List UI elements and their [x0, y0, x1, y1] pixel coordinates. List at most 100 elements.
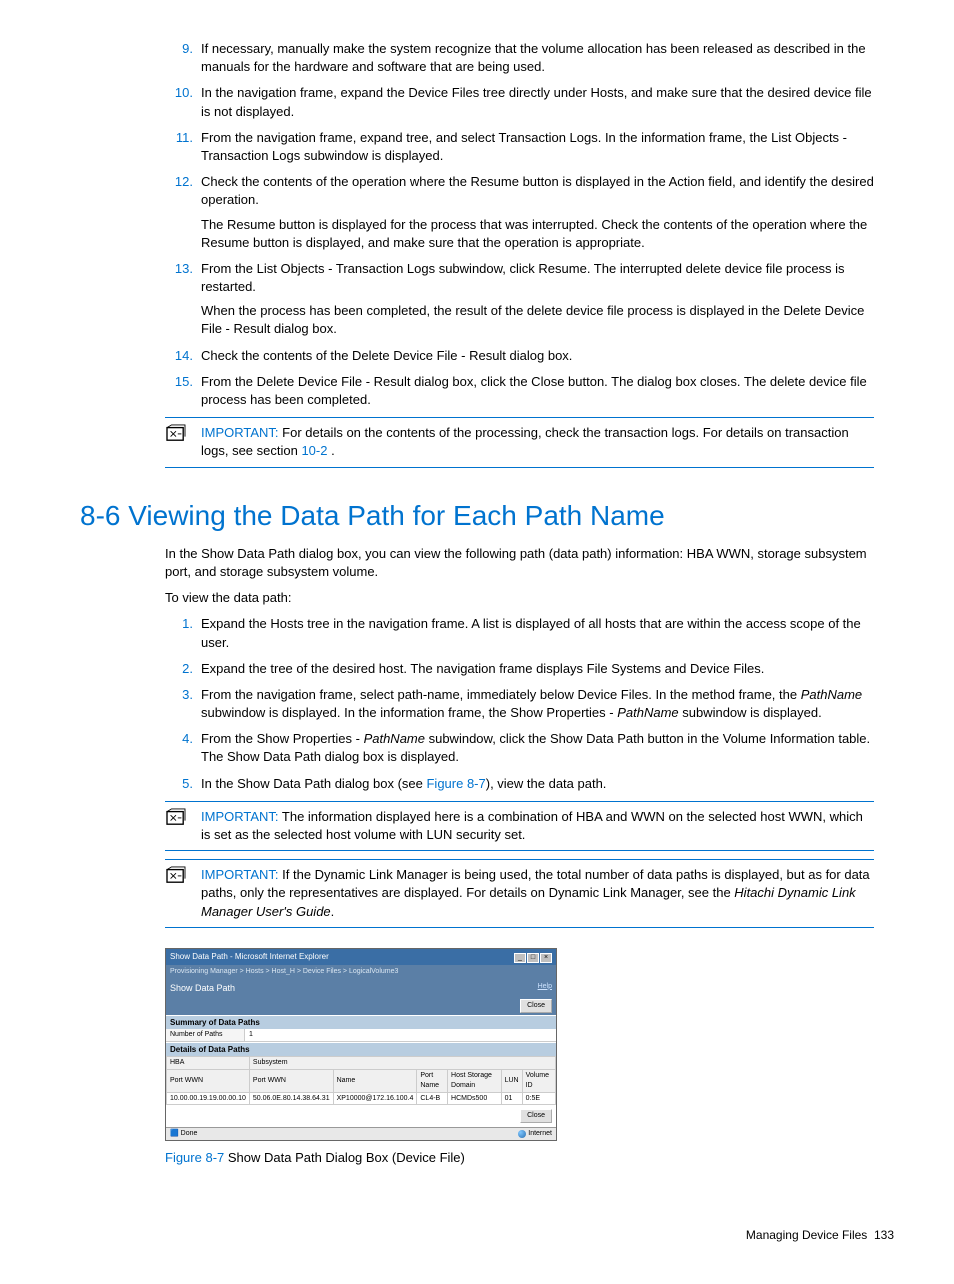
- status-internet: Internet: [518, 1129, 552, 1139]
- step-num: 11.: [165, 129, 193, 147]
- pathname-italic: PathName: [617, 705, 678, 720]
- step-num: 12.: [165, 173, 193, 191]
- status-done: 🟦 Done: [170, 1129, 197, 1139]
- section-heading: 8-6 Viewing the Data Path for Each Path …: [80, 496, 894, 535]
- figure-link[interactable]: Figure 8-7: [426, 776, 485, 791]
- view-step-4: 4.From the Show Properties - PathName su…: [165, 730, 874, 766]
- step-text: From the List Objects - Transaction Logs…: [201, 261, 845, 294]
- step-text: Expand the tree of the desired host. The…: [201, 661, 764, 676]
- note-icon: [165, 808, 187, 826]
- note-icon: [165, 866, 187, 884]
- col-portwwn1: Port WWN: [167, 1069, 250, 1092]
- view-step-3: 3. From the navigation frame, select path…: [165, 686, 874, 722]
- important-label: IMPORTANT:: [201, 425, 279, 440]
- maximize-icon[interactable]: □: [527, 953, 539, 963]
- footer-text: Managing Device Files: [746, 1228, 867, 1242]
- close-button[interactable]: Close: [520, 1109, 552, 1123]
- cell-portwwn1: 10.00.00.19.19.00.00.10: [167, 1092, 250, 1105]
- step-num: 5.: [165, 775, 193, 793]
- details-section-bar: Details of Data Paths: [166, 1042, 556, 1056]
- figure-caption: Figure 8-7 Show Data Path Dialog Box (De…: [165, 1149, 874, 1167]
- step-num: 2.: [165, 660, 193, 678]
- view-step-5: 5.In the Show Data Path dialog box (see …: [165, 775, 874, 793]
- dialog-header-title: Show Data Path: [170, 982, 235, 995]
- figure-8-7: Show Data Path - Microsoft Internet Expl…: [165, 948, 874, 1167]
- dialog-breadcrumb: Provisioning Manager > Hosts > Host_H > …: [166, 965, 556, 979]
- col-portwwn2: Port WWN: [249, 1069, 333, 1092]
- to-view-label: To view the data path:: [165, 589, 874, 607]
- step-text: Check the contents of the Delete Device …: [201, 348, 572, 363]
- step-text-post: ), view the data path.: [486, 776, 607, 791]
- step-num: 10.: [165, 84, 193, 102]
- num-paths-value: 1: [245, 1029, 257, 1041]
- step-num: 13.: [165, 260, 193, 278]
- important-label: IMPORTANT:: [201, 809, 279, 824]
- close-button[interactable]: Close: [520, 999, 552, 1013]
- col-portname: Port Name: [417, 1069, 448, 1092]
- dialog-titlebar: Show Data Path - Microsoft Internet Expl…: [166, 949, 556, 965]
- important-note-3: IMPORTANT: If the Dynamic Link Manager i…: [165, 859, 874, 928]
- help-link[interactable]: Help: [538, 982, 552, 992]
- important-note-1: IMPORTANT: For details on the contents o…: [165, 417, 874, 467]
- step-extra: The Resume button is displayed for the p…: [201, 216, 874, 252]
- step-14: 14. Check the contents of the Delete Devi…: [165, 347, 874, 365]
- hba-group-header: HBA: [167, 1057, 250, 1070]
- view-step-2: 2. Expand the tree of the desired host. T…: [165, 660, 874, 678]
- step-text-pre: From the navigation frame, select path-n…: [201, 687, 801, 702]
- section-link[interactable]: 10-2: [301, 443, 327, 458]
- num-paths-row: Number of Paths 1: [166, 1029, 556, 1042]
- cell-lun: 01: [501, 1092, 522, 1105]
- page-footer: Managing Device Files 133: [80, 1227, 894, 1244]
- cell-portwwn2: 50.06.0E.80.14.38.64.31: [249, 1092, 333, 1105]
- step-num: 9.: [165, 40, 193, 58]
- step-text: If necessary, manually make the system r…: [201, 41, 866, 74]
- intro-paragraph: In the Show Data Path dialog box, you ca…: [165, 545, 874, 581]
- important-text-before: For details on the contents of the proce…: [201, 425, 849, 458]
- dialog-top-close-row: Close: [166, 997, 556, 1015]
- done-text: Done: [181, 1130, 198, 1137]
- summary-section-bar: Summary of Data Paths: [166, 1015, 556, 1029]
- step-text-mid: subwindow is displayed. In the informati…: [201, 705, 617, 720]
- figure-caption-text: Show Data Path Dialog Box (Device File): [224, 1150, 465, 1165]
- step-num: 14.: [165, 347, 193, 365]
- globe-icon: [518, 1130, 526, 1138]
- step-text-pre: From the Show Properties -: [201, 731, 364, 746]
- step-12: 12. Check the contents of the operation w…: [165, 173, 874, 252]
- step-13: 13. From the List Objects - Transaction L…: [165, 260, 874, 339]
- important-text-post: .: [331, 904, 335, 919]
- figure-number: Figure 8-7: [165, 1150, 224, 1165]
- minimize-icon[interactable]: _: [514, 953, 526, 963]
- important-text-after: .: [327, 443, 334, 458]
- col-hsd: Host Storage Domain: [448, 1069, 502, 1092]
- step-text: In the navigation frame, expand the Devi…: [201, 85, 872, 118]
- upper-steps-list: 9. If necessary, manually make the system…: [165, 40, 874, 409]
- subsystem-group-header: Subsystem: [249, 1057, 555, 1070]
- step-extra: When the process has been completed, the…: [201, 302, 874, 338]
- step-text: Check the contents of the operation wher…: [201, 174, 874, 207]
- cell-hsd: HCMDs500: [448, 1092, 502, 1105]
- lower-steps-list: 1.Expand the Hosts tree in the navigatio…: [165, 615, 874, 793]
- pathname-italic: PathName: [364, 731, 425, 746]
- window-buttons: _□×: [513, 951, 552, 963]
- step-text: From the Delete Device File - Result dia…: [201, 374, 867, 407]
- important-note-2: IMPORTANT: The information displayed her…: [165, 801, 874, 851]
- upper-steps-block: 9. If necessary, manually make the system…: [165, 40, 874, 468]
- step-num: 15.: [165, 373, 193, 391]
- note-icon: [165, 424, 187, 442]
- step-10: 10. In the navigation frame, expand the D…: [165, 84, 874, 120]
- step-num: 4.: [165, 730, 193, 748]
- important-text: The information displayed here is a comb…: [201, 809, 863, 842]
- close-icon[interactable]: ×: [540, 953, 552, 963]
- view-step-1: 1.Expand the Hosts tree in the navigatio…: [165, 615, 874, 651]
- important-label: IMPORTANT:: [201, 867, 279, 882]
- footer-page-number: 133: [874, 1228, 894, 1242]
- group-header-row: HBA Subsystem: [167, 1057, 556, 1070]
- step-11: 11.From the navigation frame, expand tre…: [165, 129, 874, 165]
- step-15: 15. From the Delete Device File - Result …: [165, 373, 874, 409]
- step-num: 3.: [165, 686, 193, 704]
- step-text: Expand the Hosts tree in the navigation …: [201, 616, 861, 649]
- cell-name: XP10000@172.16.100.4: [333, 1092, 417, 1105]
- step-text-pre: In the Show Data Path dialog box (see: [201, 776, 426, 791]
- section-body: In the Show Data Path dialog box, you ca…: [165, 545, 874, 1167]
- dialog-status-bar: 🟦 Done Internet: [166, 1127, 556, 1140]
